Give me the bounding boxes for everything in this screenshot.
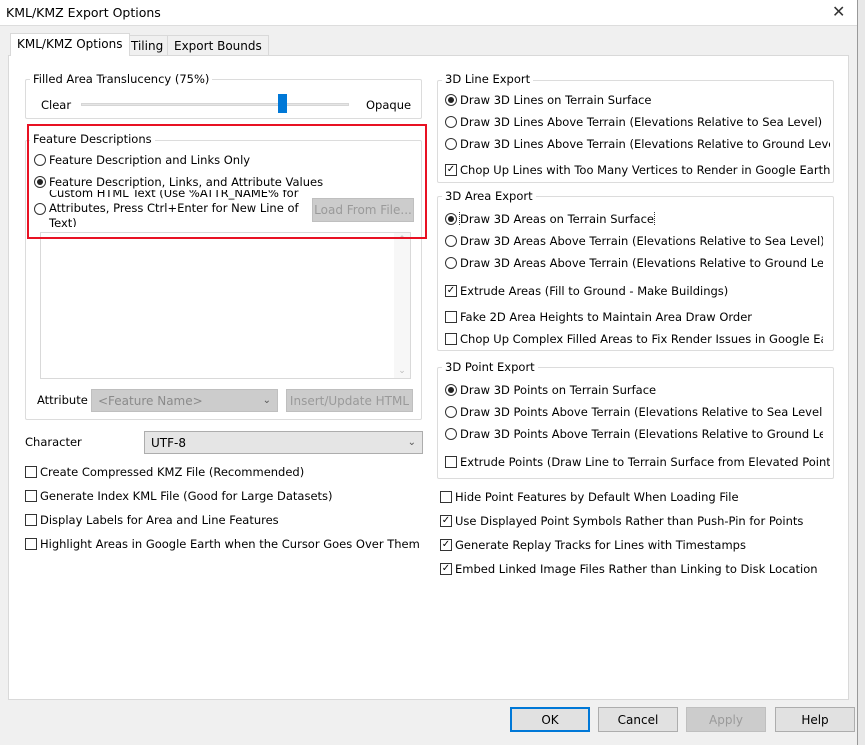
option-label: Extrude Areas (Fill to Ground - Make Bui… (460, 284, 729, 298)
radio-point-0[interactable]: Draw 3D Points on Terrain Surface (445, 383, 823, 397)
window-title: KML/KMZ Export Options (6, 5, 161, 20)
radio-area-0[interactable]: Draw 3D Areas on Terrain Surface (445, 212, 823, 226)
checkbox-area-0[interactable]: ✓ Extrude Areas (Fill to Ground - Make Bu… (445, 284, 823, 298)
checkbox-icon[interactable] (25, 514, 37, 526)
checkbox-icon[interactable] (445, 333, 457, 345)
point-export-label: 3D Point Export (442, 360, 538, 374)
character-label: Character (25, 435, 82, 449)
attribute-select[interactable]: <Feature Name> ⌄ (91, 389, 278, 412)
apply-button[interactable]: Apply (686, 707, 766, 732)
line-export-label: 3D Line Export (442, 72, 534, 86)
radio-line-2[interactable]: Draw 3D Lines Above Terrain (Elevations … (445, 137, 830, 151)
checkbox-icon[interactable] (445, 456, 457, 468)
option-label: Fake 2D Area Heights to Maintain Area Dr… (460, 310, 753, 324)
option-label: Draw 3D Areas Above Terrain (Elevations … (460, 256, 823, 270)
radio-point-2[interactable]: Draw 3D Points Above Terrain (Elevations… (445, 427, 823, 441)
radio-icon[interactable] (445, 384, 457, 396)
option-label: Draw 3D Points on Terrain Surface (460, 383, 657, 397)
option-label: Extrude Points (Draw Line to Terrain Sur… (460, 455, 830, 469)
option-label: Use Displayed Point Symbols Rather than … (455, 514, 804, 528)
radio-icon[interactable] (445, 213, 457, 225)
translucency-label: Filled Area Translucency (75%) (30, 72, 213, 86)
highlight-box (27, 124, 427, 239)
checkbox-area-1[interactable]: Fake 2D Area Heights to Maintain Area Dr… (445, 310, 823, 324)
tab-tiling[interactable]: Tiling (124, 35, 171, 56)
area-export-label: 3D Area Export (442, 189, 536, 203)
radio-icon[interactable] (445, 138, 457, 150)
radio-line-0[interactable]: Draw 3D Lines on Terrain Surface (445, 93, 830, 107)
checkbox-chop-lines[interactable]: ✓ Chop Up Lines with Too Many Vertices to… (445, 163, 830, 177)
character-value: UTF-8 (151, 435, 186, 450)
option-label: Chop Up Lines with Too Many Vertices to … (460, 163, 830, 177)
checkbox-icon[interactable]: ✓ (440, 515, 452, 527)
chevron-down-icon: ⌄ (407, 437, 416, 448)
tab-kml-kmz-options[interactable]: KML/KMZ Options (10, 33, 130, 56)
slider-min-label: Clear (41, 98, 72, 112)
radio-area-1[interactable]: Draw 3D Areas Above Terrain (Elevations … (445, 234, 823, 248)
tab-export-bounds[interactable]: Export Bounds (167, 35, 269, 56)
radio-icon[interactable] (445, 428, 457, 440)
radio-point-1[interactable]: Draw 3D Points Above Terrain (Elevations… (445, 405, 823, 419)
radio-icon[interactable] (445, 257, 457, 269)
option-label: Hide Point Features by Default When Load… (455, 490, 739, 504)
checkbox-left-1[interactable]: Generate Index KML File (Good for Large … (25, 489, 333, 503)
option-label: Draw 3D Points Above Terrain (Elevations… (460, 427, 823, 441)
checkbox-left-2[interactable]: Display Labels for Area and Line Feature… (25, 513, 279, 527)
checkbox-icon[interactable]: ✓ (445, 285, 457, 297)
scrollbar[interactable]: ⌃ ⌄ (394, 233, 410, 378)
attribute-value: <Feature Name> (98, 393, 203, 408)
checkbox-left-3[interactable]: Highlight Areas in Google Earth when the… (25, 537, 420, 551)
translucency-slider[interactable] (81, 103, 349, 106)
attribute-label: Attribute (37, 393, 88, 407)
slider-max-label: Opaque (366, 98, 412, 112)
option-label: Generate Index KML File (Good for Large … (40, 489, 333, 503)
option-label: Draw 3D Areas on Terrain Surface (458, 212, 656, 226)
close-icon[interactable]: ✕ (832, 2, 845, 21)
radio-icon[interactable] (445, 94, 457, 106)
checkbox-icon[interactable] (25, 490, 37, 502)
checkbox-icon[interactable] (440, 491, 452, 503)
checkbox-right-3[interactable]: ✓ Embed Linked Image Files Rather than Li… (440, 562, 818, 576)
option-label: Create Compressed KMZ File (Recommended) (40, 465, 305, 479)
option-label: Highlight Areas in Google Earth when the… (40, 537, 420, 551)
checkbox-icon[interactable] (25, 466, 37, 478)
radio-area-2[interactable]: Draw 3D Areas Above Terrain (Elevations … (445, 256, 823, 270)
option-label: Draw 3D Points Above Terrain (Elevations… (460, 405, 823, 419)
ok-button[interactable]: OK (510, 707, 590, 732)
window-edge (857, 0, 865, 745)
radio-line-1[interactable]: Draw 3D Lines Above Terrain (Elevations … (445, 115, 830, 129)
option-label: Draw 3D Areas Above Terrain (Elevations … (460, 234, 823, 248)
checkbox-icon[interactable] (445, 311, 457, 323)
checkbox-left-0[interactable]: Create Compressed KMZ File (Recommended) (25, 465, 304, 479)
checkbox-right-2[interactable]: ✓ Generate Replay Tracks for Lines with T… (440, 538, 746, 552)
checkbox-icon[interactable]: ✓ (440, 539, 452, 551)
radio-icon[interactable] (445, 235, 457, 247)
option-label: Draw 3D Lines Above Terrain (Elevations … (460, 137, 830, 151)
help-button[interactable]: Help (775, 707, 855, 732)
cancel-button[interactable]: Cancel (598, 707, 678, 732)
radio-icon[interactable] (445, 406, 457, 418)
insert-update-html-button[interactable]: Insert/Update HTML (286, 389, 413, 412)
checkbox-area-2[interactable]: Chop Up Complex Filled Areas to Fix Rend… (445, 332, 823, 346)
checkbox-right-0[interactable]: Hide Point Features by Default When Load… (440, 490, 739, 504)
option-label: Draw 3D Lines Above Terrain (Elevations … (460, 115, 823, 129)
checkbox-icon[interactable]: ✓ (445, 164, 457, 176)
option-label: Embed Linked Image Files Rather than Lin… (455, 562, 818, 576)
custom-html-textarea[interactable]: ⌃ ⌄ (40, 232, 411, 379)
checkbox-right-1[interactable]: ✓ Use Displayed Point Symbols Rather than… (440, 514, 803, 528)
slider-thumb[interactable] (278, 94, 287, 113)
radio-icon[interactable] (445, 116, 457, 128)
option-label: Display Labels for Area and Line Feature… (40, 513, 279, 527)
option-label: Draw 3D Lines on Terrain Surface (460, 93, 652, 107)
checkbox-icon[interactable] (25, 538, 37, 550)
chevron-down-icon: ⌄ (262, 395, 271, 406)
option-label: Generate Replay Tracks for Lines with Ti… (455, 538, 746, 552)
option-label: Chop Up Complex Filled Areas to Fix Rend… (460, 332, 823, 346)
character-select[interactable]: UTF-8 ⌄ (144, 431, 423, 454)
checkbox-icon[interactable]: ✓ (440, 563, 452, 575)
checkbox-extrude-points[interactable]: Extrude Points (Draw Line to Terrain Sur… (445, 455, 830, 469)
